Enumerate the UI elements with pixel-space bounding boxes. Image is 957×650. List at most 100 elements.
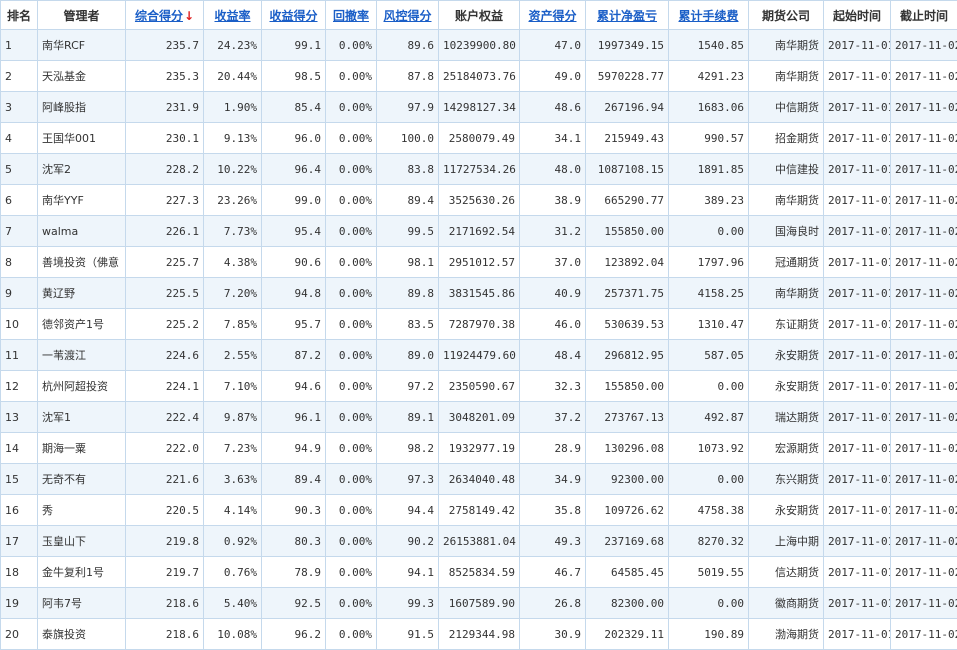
fees-cell: 4158.25 <box>669 278 749 309</box>
drawdown-cell: 0.00% <box>326 30 377 61</box>
manager-cell[interactable]: walma <box>38 216 126 247</box>
end-time-cell: 2017-11-02 <box>891 309 957 340</box>
manager-cell[interactable]: 王国华001 <box>38 123 126 154</box>
net-pnl-cell: 215949.43 <box>586 123 669 154</box>
manager-cell[interactable]: 无奇不有 <box>38 464 126 495</box>
equity-cell: 2951012.57 <box>439 247 520 278</box>
start-time-cell: 2017-11-01 <box>824 92 891 123</box>
net-pnl-cell: 123892.04 <box>586 247 669 278</box>
start-time-cell: 2017-11-01 <box>824 495 891 526</box>
start-time-cell: 2017-11-01 <box>824 61 891 92</box>
company-cell: 南华期货 <box>749 185 824 216</box>
end-time-cell: 2017-11-02 <box>891 402 957 433</box>
composite-score-cell: 235.7 <box>126 30 204 61</box>
manager-cell[interactable]: 南华RCF <box>38 30 126 61</box>
asset-score-cell: 34.1 <box>520 123 586 154</box>
risk-score-cell: 98.2 <box>377 433 439 464</box>
fees-cell: 1797.96 <box>669 247 749 278</box>
end-time-cell: 2017-11-02 <box>891 123 957 154</box>
rank-cell: 5 <box>1 154 38 185</box>
rank-cell: 12 <box>1 371 38 402</box>
net-pnl-cell: 665290.77 <box>586 185 669 216</box>
ranking-table: 排名 管理者 综合得分↓ 收益率 收益得分 回撤率 风控得分 账户权益 资产得分… <box>0 0 957 650</box>
equity-cell: 10239900.80 <box>439 30 520 61</box>
drawdown-cell: 0.00% <box>326 495 377 526</box>
drawdown-cell: 0.00% <box>326 588 377 619</box>
manager-cell[interactable]: 阿韦7号 <box>38 588 126 619</box>
return-score-cell: 96.4 <box>262 154 326 185</box>
table-row: 5沈军2228.210.22%96.40.00%83.811727534.264… <box>1 154 957 185</box>
fees-cell: 990.57 <box>669 123 749 154</box>
risk-score-cell: 89.8 <box>377 278 439 309</box>
net-pnl-cell: 130296.08 <box>586 433 669 464</box>
header-company: 期货公司 <box>749 1 824 30</box>
manager-cell[interactable]: 金牛复利1号 <box>38 557 126 588</box>
return-rate-cell: 4.38% <box>204 247 262 278</box>
manager-cell[interactable]: 德邻资产1号 <box>38 309 126 340</box>
equity-cell: 26153881.04 <box>439 526 520 557</box>
table-row: 1南华RCF235.724.23%99.10.00%89.610239900.8… <box>1 30 957 61</box>
asset-score-cell: 37.2 <box>520 402 586 433</box>
manager-cell[interactable]: 阿峰股指 <box>38 92 126 123</box>
end-time-cell: 2017-11-02 <box>891 340 957 371</box>
risk-score-cell: 89.1 <box>377 402 439 433</box>
composite-score-cell: 224.1 <box>126 371 204 402</box>
header-risk-score-sort[interactable]: 风控得分 <box>377 1 439 30</box>
manager-cell[interactable]: 沈军1 <box>38 402 126 433</box>
company-cell: 南华期货 <box>749 278 824 309</box>
company-cell: 冠通期货 <box>749 247 824 278</box>
start-time-cell: 2017-11-01 <box>824 278 891 309</box>
manager-cell[interactable]: 善境投资（佛意 <box>38 247 126 278</box>
return-rate-cell: 5.40% <box>204 588 262 619</box>
manager-cell[interactable]: 南华YYF <box>38 185 126 216</box>
table-row: 12杭州阿超投资224.17.10%94.60.00%97.22350590.6… <box>1 371 957 402</box>
risk-score-cell: 94.1 <box>377 557 439 588</box>
drawdown-cell: 0.00% <box>326 216 377 247</box>
rank-cell: 6 <box>1 185 38 216</box>
rank-cell: 17 <box>1 526 38 557</box>
table-row: 8善境投资（佛意225.74.38%90.60.00%98.12951012.5… <box>1 247 957 278</box>
fees-cell: 0.00 <box>669 588 749 619</box>
manager-cell[interactable]: 期海一粟 <box>38 433 126 464</box>
table-row: 11一苇渡江224.62.55%87.20.00%89.011924479.60… <box>1 340 957 371</box>
header-asset-score-sort[interactable]: 资产得分 <box>520 1 586 30</box>
header-drawdown-sort[interactable]: 回撤率 <box>326 1 377 30</box>
end-time-cell: 2017-11-02 <box>891 433 957 464</box>
return-rate-cell: 24.23% <box>204 30 262 61</box>
manager-cell[interactable]: 天泓基金 <box>38 61 126 92</box>
return-score-cell: 80.3 <box>262 526 326 557</box>
return-rate-cell: 3.63% <box>204 464 262 495</box>
company-cell: 南华期货 <box>749 61 824 92</box>
header-net-pnl-sort[interactable]: 累计净盈亏 <box>586 1 669 30</box>
company-cell: 瑞达期货 <box>749 402 824 433</box>
company-cell: 永安期货 <box>749 495 824 526</box>
manager-cell[interactable]: 黄辽野 <box>38 278 126 309</box>
rank-cell: 10 <box>1 309 38 340</box>
return-rate-cell: 7.85% <box>204 309 262 340</box>
header-start: 起始时间 <box>824 1 891 30</box>
asset-score-cell: 32.3 <box>520 371 586 402</box>
drawdown-cell: 0.00% <box>326 92 377 123</box>
start-time-cell: 2017-11-01 <box>824 123 891 154</box>
drawdown-cell: 0.00% <box>326 402 377 433</box>
manager-cell[interactable]: 玉皇山下 <box>38 526 126 557</box>
fees-cell: 1683.06 <box>669 92 749 123</box>
manager-cell[interactable]: 沈军2 <box>38 154 126 185</box>
equity-cell: 11727534.26 <box>439 154 520 185</box>
asset-score-cell: 48.0 <box>520 154 586 185</box>
return-score-cell: 96.0 <box>262 123 326 154</box>
header-return-score-sort[interactable]: 收益得分 <box>262 1 326 30</box>
header-return-rate-sort[interactable]: 收益率 <box>204 1 262 30</box>
header-fees-sort[interactable]: 累计手续费 <box>669 1 749 30</box>
start-time-cell: 2017-11-01 <box>824 371 891 402</box>
manager-cell[interactable]: 秀 <box>38 495 126 526</box>
header-composite-sort[interactable]: 综合得分↓ <box>126 1 204 30</box>
net-pnl-cell: 82300.00 <box>586 588 669 619</box>
manager-cell[interactable]: 一苇渡江 <box>38 340 126 371</box>
rank-cell: 11 <box>1 340 38 371</box>
fees-cell: 0.00 <box>669 216 749 247</box>
return-rate-cell: 9.13% <box>204 123 262 154</box>
fees-cell: 492.87 <box>669 402 749 433</box>
composite-score-cell: 222.0 <box>126 433 204 464</box>
manager-cell[interactable]: 杭州阿超投资 <box>38 371 126 402</box>
